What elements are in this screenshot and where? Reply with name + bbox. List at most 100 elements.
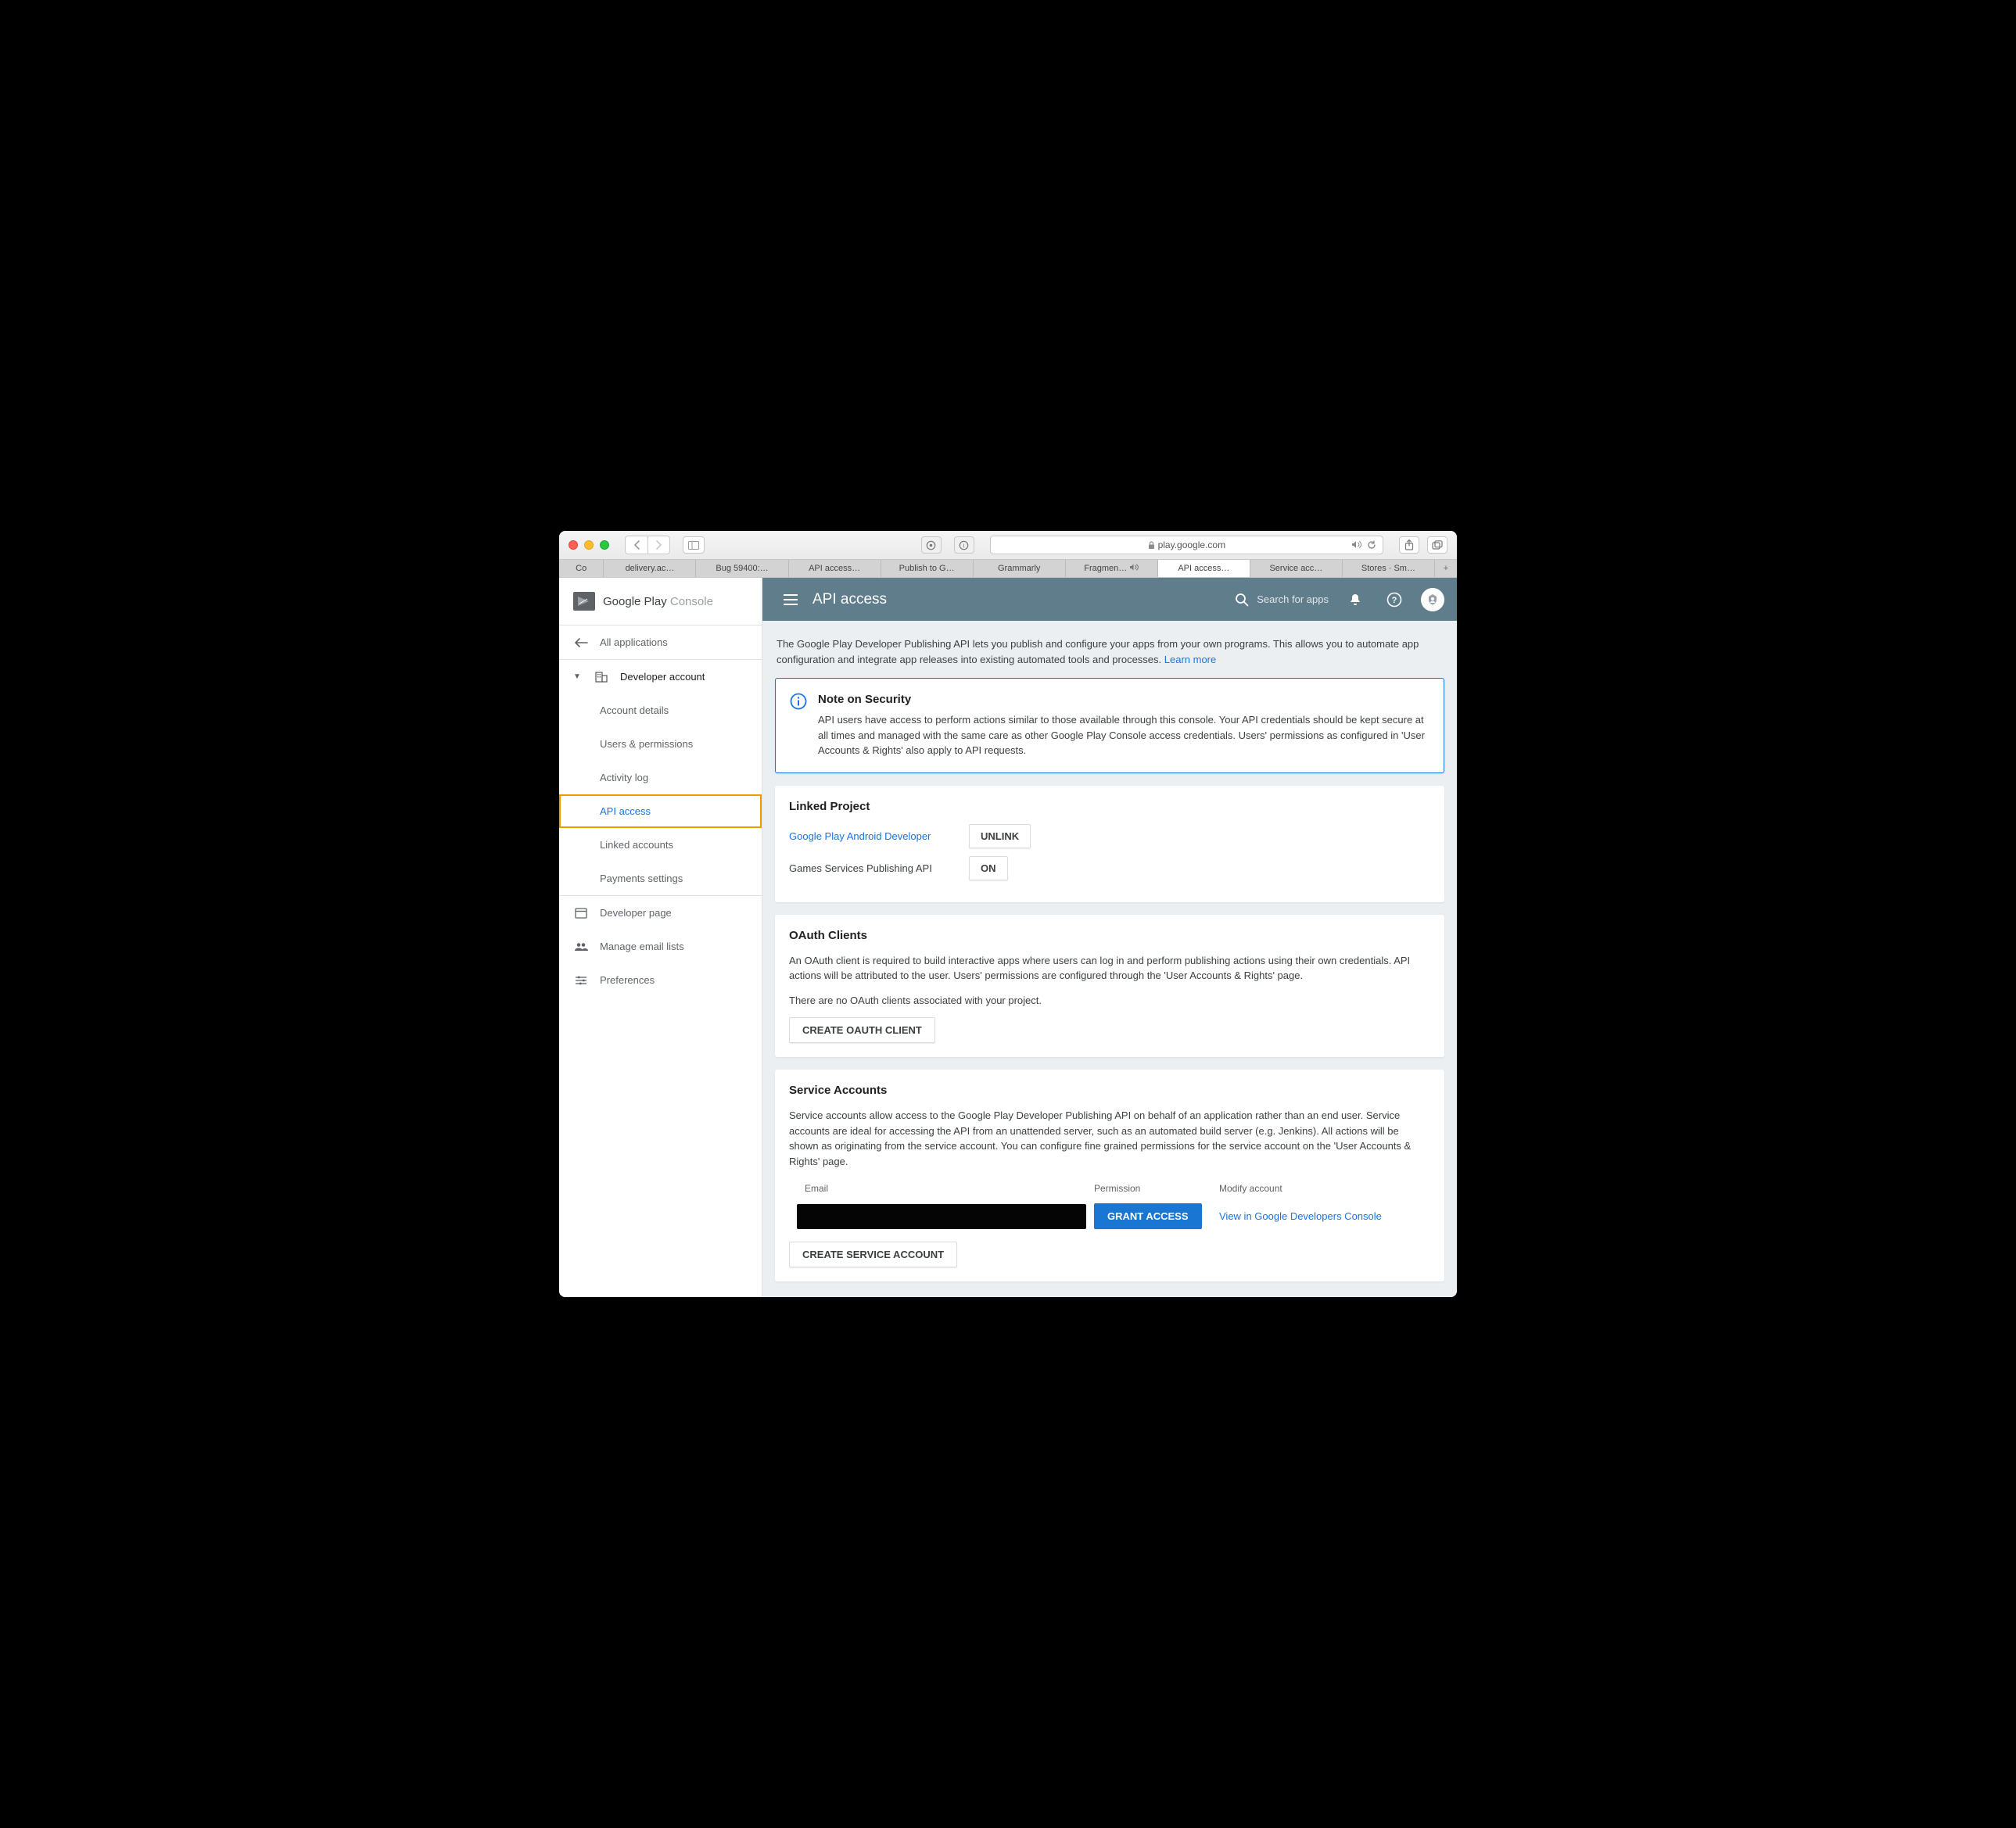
tab-label: Co: [576, 564, 587, 573]
forward-button[interactable]: [647, 536, 669, 554]
main: API access Search for apps ?: [762, 578, 1457, 1297]
games-api-toggle-button[interactable]: On: [969, 856, 1008, 880]
tab[interactable]: Fragmen…: [1066, 560, 1158, 577]
tab[interactable]: Service acc…: [1250, 560, 1343, 577]
service-title: Service Accounts: [789, 1084, 1430, 1097]
service-accounts-panel: Service Accounts Service accounts allow …: [775, 1070, 1444, 1281]
search-icon: [1235, 593, 1249, 607]
sidebar-item-label: API access: [600, 805, 651, 817]
sidebar-item-payments-settings[interactable]: Payments settings: [559, 862, 762, 895]
nav-section: All applications ▼ Developer account Acc…: [559, 625, 762, 997]
sidebar-toggle-button[interactable]: [683, 536, 705, 554]
svg-text:i: i: [963, 542, 965, 549]
web-page-icon: [573, 908, 589, 919]
sidebar-item-label: Preferences: [600, 974, 655, 986]
sidebar-item-label: Users & permissions: [600, 738, 693, 750]
developer-account-label: Developer account: [620, 671, 705, 683]
tab-label: Publish to G…: [899, 564, 955, 573]
extension-button-1[interactable]: [921, 536, 942, 554]
tab[interactable]: Co: [559, 560, 604, 577]
tabstrip: Co delivery.ac… Bug 59400:… API access… …: [559, 559, 1457, 577]
tab-active[interactable]: API access…: [1158, 560, 1250, 577]
service-table-head: Email Permission Modify account: [789, 1178, 1430, 1199]
tabs-overview-button[interactable]: [1427, 536, 1447, 554]
share-button[interactable]: [1399, 536, 1419, 554]
note-title: Note on Security: [818, 693, 1429, 706]
games-api-label: Games Services Publishing API: [789, 862, 969, 874]
unlink-button[interactable]: Unlink: [969, 824, 1031, 848]
oauth-empty: There are no OAuth clients associated wi…: [789, 993, 1430, 1009]
note-text: API users have access to perform actions…: [818, 712, 1429, 758]
linked-project-link[interactable]: Google Play Android Developer: [789, 830, 931, 842]
sidebar-item-users-permissions[interactable]: Users & permissions: [559, 727, 762, 761]
tab[interactable]: API access…: [789, 560, 881, 577]
create-oauth-client-button[interactable]: Create OAuth Client: [789, 1017, 935, 1043]
close-window-button[interactable]: [569, 540, 578, 550]
sidebar-item-developer-page[interactable]: Developer page: [559, 896, 762, 930]
learn-more-link[interactable]: Learn more: [1164, 654, 1216, 665]
sliders-icon: [573, 975, 589, 986]
url-bar[interactable]: play.google.com: [990, 536, 1383, 554]
tab[interactable]: Bug 59400:…: [696, 560, 788, 577]
tab-label: Service acc…: [1269, 564, 1322, 573]
sidebar-item-preferences[interactable]: Preferences: [559, 963, 762, 997]
linked-project-row: Google Play Android Developer Unlink: [789, 824, 1430, 848]
notifications-button[interactable]: [1343, 587, 1368, 612]
reader-audio-icon[interactable]: [1351, 540, 1362, 550]
svg-text:?: ?: [1392, 596, 1397, 605]
linked-project-title: Linked Project: [789, 800, 1430, 813]
sidebar-item-linked-accounts[interactable]: Linked accounts: [559, 828, 762, 862]
tab-label: API access…: [1178, 564, 1229, 573]
tab[interactable]: Stores · Sm…: [1343, 560, 1435, 577]
brand-text: Google Play Console: [603, 595, 713, 608]
view-developers-console-link[interactable]: View in Google Developers Console: [1219, 1210, 1382, 1222]
sidebar-item-api-access[interactable]: API access: [559, 794, 762, 828]
brand[interactable]: Google Play Console: [559, 578, 762, 625]
sidebar-item-activity-log[interactable]: Activity log: [559, 761, 762, 794]
developer-account-sub-items: Account details Users & permissions Acti…: [559, 694, 762, 895]
people-icon: [573, 942, 589, 952]
tab[interactable]: Publish to G…: [881, 560, 974, 577]
account-avatar[interactable]: [1421, 588, 1444, 611]
sound-icon: [1130, 564, 1139, 573]
tab-label: delivery.ac…: [626, 564, 675, 573]
sidebar-item-manage-email-lists[interactable]: Manage email lists: [559, 930, 762, 963]
create-service-account-button[interactable]: Create Service Account: [789, 1242, 957, 1267]
oauth-body: An OAuth client is required to build int…: [789, 953, 1430, 984]
tab-label: Stores · Sm…: [1361, 564, 1415, 573]
minimize-window-button[interactable]: [584, 540, 594, 550]
maximize-window-button[interactable]: [600, 540, 609, 550]
all-applications-label: All applications: [600, 636, 668, 648]
th-modify: Modify account: [1219, 1183, 1422, 1194]
th-email: Email: [797, 1183, 1094, 1194]
new-tab-button[interactable]: +: [1435, 560, 1457, 577]
titlebar: i play.google.com: [559, 531, 1457, 559]
sidebar-item-label: Payments settings: [600, 873, 683, 884]
tab[interactable]: delivery.ac…: [604, 560, 696, 577]
search-apps[interactable]: Search for apps: [1235, 593, 1329, 607]
safari-window: i play.google.com Co delivery.ac…: [559, 531, 1457, 1297]
caret-down-icon: ▼: [573, 672, 583, 681]
tab-label: Fragmen…: [1084, 564, 1127, 573]
arrow-back-icon: [573, 637, 589, 648]
building-icon: [594, 672, 609, 683]
intro-body: The Google Play Developer Publishing API…: [777, 638, 1419, 665]
back-button[interactable]: [626, 536, 647, 554]
service-table-row: Grant Access View in Google Developers C…: [789, 1199, 1430, 1234]
note-body: Note on Security API users have access t…: [818, 693, 1429, 758]
tab[interactable]: Grammarly: [974, 560, 1066, 577]
extension-button-2[interactable]: i: [954, 536, 974, 554]
all-applications-link[interactable]: All applications: [559, 625, 762, 660]
security-note-panel: Note on Security API users have access t…: [775, 678, 1444, 773]
tab-label: Bug 59400:…: [716, 564, 768, 573]
grant-access-button[interactable]: Grant Access: [1094, 1203, 1202, 1229]
traffic-lights: [569, 540, 609, 550]
hamburger-menu-button[interactable]: [775, 584, 806, 615]
browser-chrome: i play.google.com Co delivery.ac…: [559, 531, 1457, 578]
oauth-title: OAuth Clients: [789, 929, 1430, 942]
reload-icon[interactable]: [1367, 540, 1376, 550]
help-button[interactable]: ?: [1382, 587, 1407, 612]
tab-label: API access…: [809, 564, 860, 573]
sidebar-item-account-details[interactable]: Account details: [559, 694, 762, 727]
developer-account-group[interactable]: ▼ Developer account: [559, 660, 762, 694]
